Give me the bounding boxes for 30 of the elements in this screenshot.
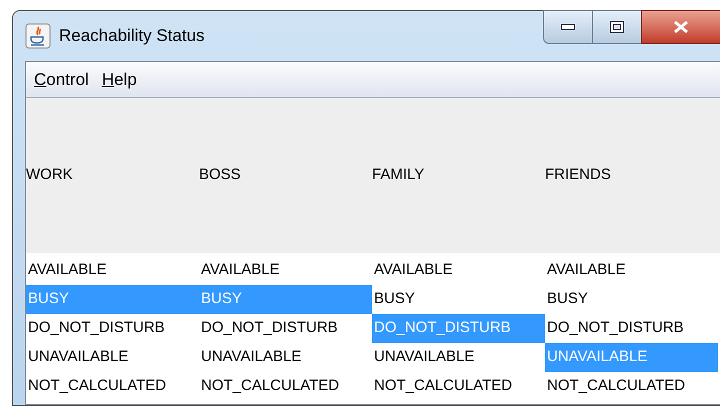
maximize-icon — [610, 21, 624, 33]
column-header: BOSS — [199, 165, 241, 186]
list-item[interactable]: NOT_CALCULATED — [545, 372, 718, 401]
list-item[interactable]: AVAILABLE — [26, 256, 199, 285]
list-item[interactable]: AVAILABLE — [372, 256, 545, 285]
list-item[interactable]: UNAVAILABLE — [26, 343, 199, 372]
close-button[interactable] — [641, 10, 720, 44]
list-item[interactable]: DO_NOT_DISTURB — [545, 314, 718, 343]
minimize-button[interactable] — [543, 10, 593, 44]
minimize-icon — [561, 24, 575, 30]
list-item[interactable]: DO_NOT_DISTURB — [26, 314, 199, 343]
cup-icon — [25, 23, 51, 49]
list-item[interactable]: BUSY — [372, 285, 545, 314]
menu-item[interactable]: Control — [29, 71, 94, 88]
window-title: Reachability Status — [59, 25, 205, 48]
list-item[interactable]: NOT_CALCULATED — [199, 372, 372, 401]
list-item[interactable]: UNAVAILABLE — [372, 343, 545, 372]
column-header: FAMILY — [372, 165, 424, 186]
column-header: FRIENDS — [545, 165, 611, 186]
close-icon — [672, 20, 690, 34]
list-item[interactable]: NOT_CALCULATED — [26, 372, 199, 401]
list-item[interactable]: NOT_CALCULATED — [372, 372, 545, 401]
list-item[interactable]: UNAVAILABLE — [199, 343, 372, 372]
list-item[interactable]: BUSY — [545, 285, 718, 314]
list-item[interactable]: DO_NOT_DISTURB — [199, 314, 372, 343]
list-item[interactable]: AVAILABLE — [199, 256, 372, 285]
maximize-button[interactable] — [593, 10, 641, 44]
column-header: WORK — [26, 165, 73, 186]
list-item[interactable]: AVAILABLE — [545, 256, 718, 285]
menu-item[interactable]: Help — [96, 71, 142, 88]
